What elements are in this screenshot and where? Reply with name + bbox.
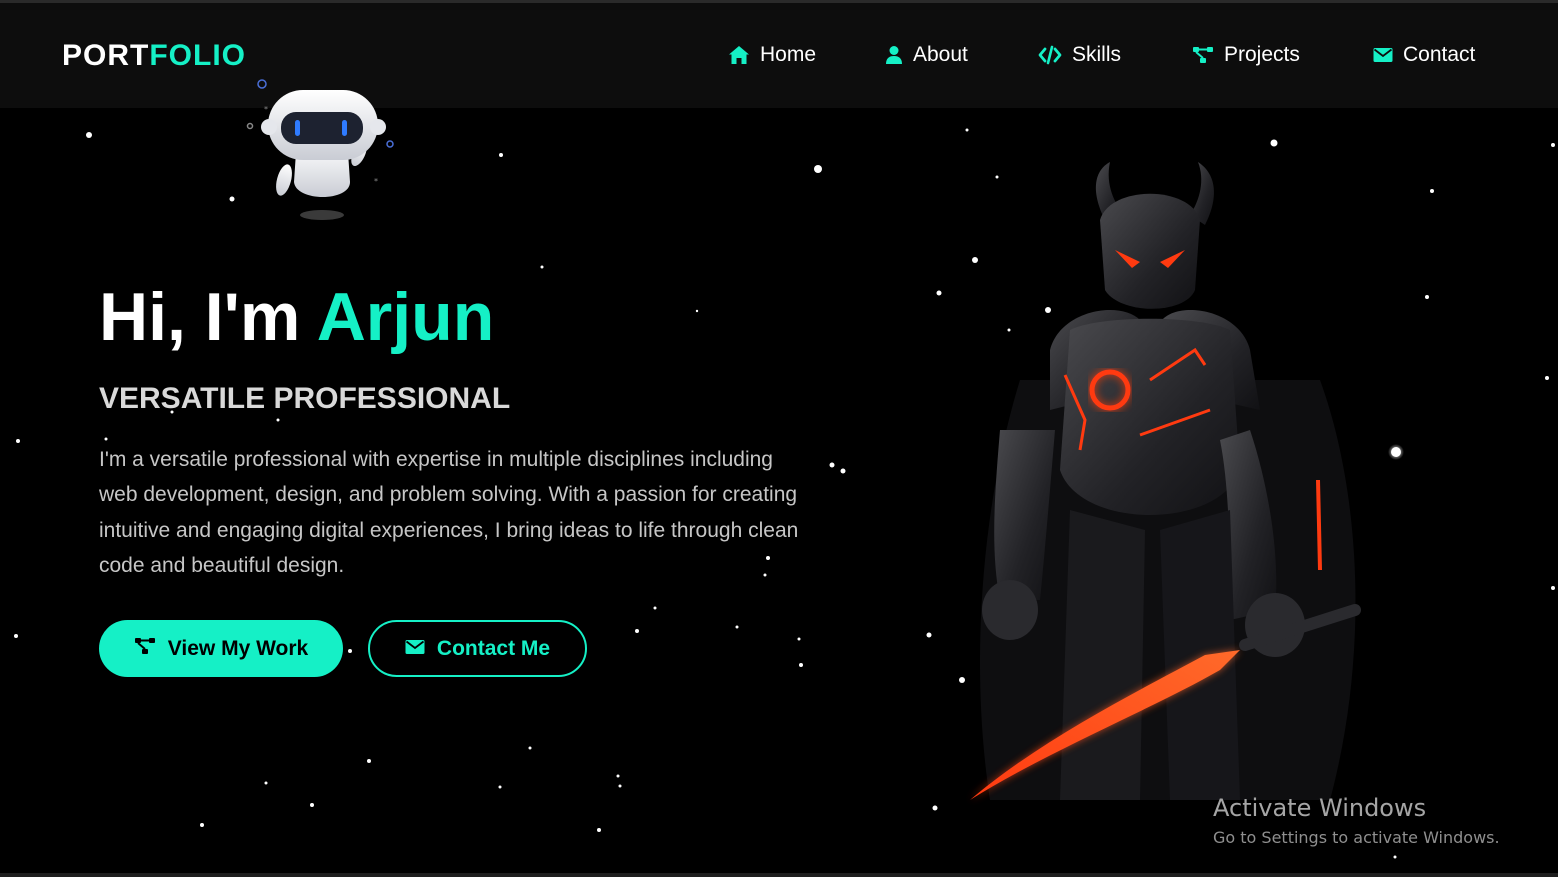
hero-bio: I'm a versatile professional with expert…	[99, 448, 799, 577]
navbar: PORTFOLIO Home About Skills Projects Con…	[0, 3, 1558, 108]
nav-link-skills[interactable]: Skills	[1038, 43, 1121, 67]
hero-heading: Hi, I'm Arjun	[99, 278, 494, 356]
robot-mascot-icon: * *	[246, 79, 394, 220]
hero-name: Arjun	[316, 279, 495, 355]
nav-label-skills: Skills	[1072, 43, 1122, 66]
contact-me-label: Contact Me	[436, 636, 551, 660]
envelope-icon	[405, 637, 425, 661]
nav-link-home[interactable]: Home	[728, 43, 816, 67]
brand-part-1: PORT	[62, 39, 150, 72]
nav-label-contact: Contact	[1403, 43, 1476, 66]
hero-greeting: Hi, I'm	[99, 279, 317, 355]
svg-text:*: *	[374, 177, 378, 186]
view-my-work-button[interactable]: View My Work	[99, 620, 343, 677]
watermark-subtitle: Go to Settings to activate Windows.	[1213, 828, 1500, 847]
windows-activation-watermark: Activate Windows Go to Settings to activ…	[1213, 794, 1500, 847]
nav-link-projects[interactable]: Projects	[1192, 43, 1300, 67]
brand-part-2: FOLIO	[149, 39, 246, 72]
user-icon	[885, 45, 903, 65]
armored-knight-illustration	[970, 162, 1361, 800]
watermark-title: Activate Windows	[1213, 794, 1427, 822]
window-bottom-border	[0, 873, 1558, 877]
home-icon	[728, 45, 750, 65]
nav-label-home: Home	[760, 43, 817, 66]
envelope-icon	[1373, 47, 1393, 63]
nav-link-about[interactable]: About	[885, 43, 968, 67]
nav-label-projects: Projects	[1224, 43, 1300, 66]
nav-label-about: About	[913, 43, 968, 66]
hero-subtitle: VERSATILE PROFESSIONAL	[99, 382, 511, 415]
nav-link-contact[interactable]: Contact	[1373, 43, 1475, 67]
brand-logo[interactable]: PORTFOLIO	[62, 39, 246, 73]
contact-me-button[interactable]: Contact Me	[368, 620, 587, 677]
code-icon	[1038, 45, 1062, 65]
view-my-work-label: View My Work	[167, 636, 309, 660]
svg-text:*: *	[264, 105, 268, 114]
project-diagram-icon	[1192, 45, 1214, 65]
project-diagram-icon	[134, 636, 156, 662]
